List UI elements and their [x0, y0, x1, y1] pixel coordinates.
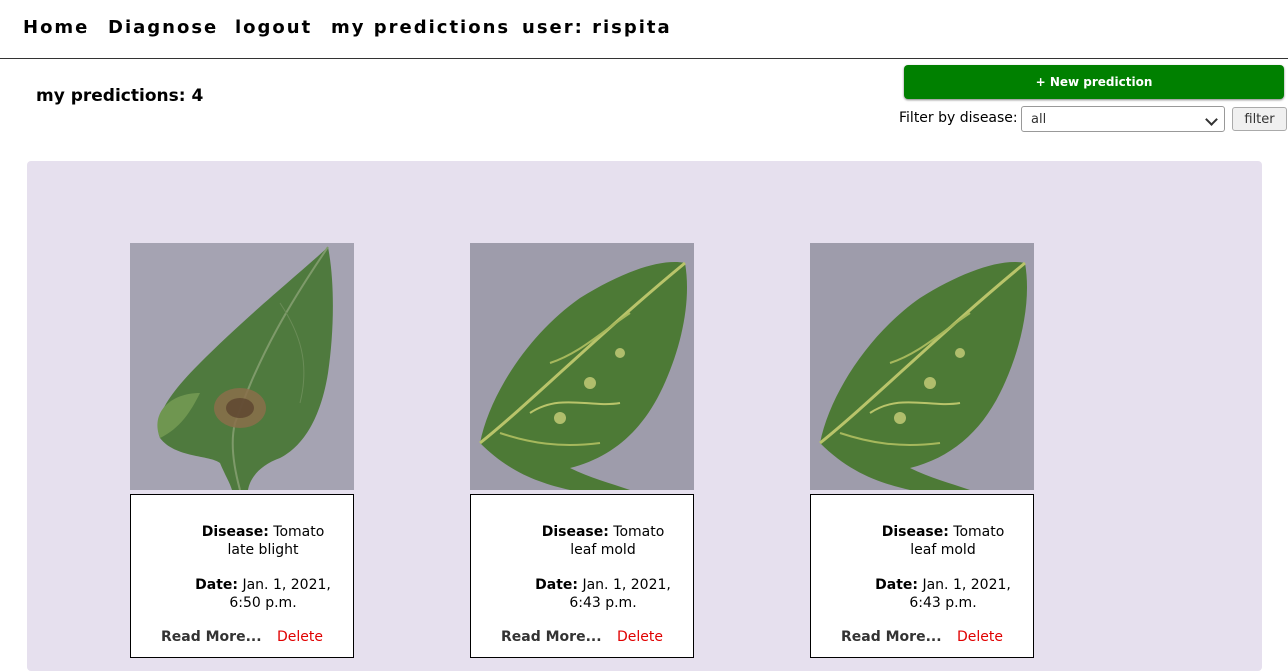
nav-home-link[interactable]: Home — [23, 17, 89, 38]
top-navbar: Home Diagnose logout my predictions user… — [0, 0, 1288, 59]
leaf-image — [810, 243, 1034, 490]
prediction-card: Disease: Tomato leaf mold Date: Jan. 1, … — [470, 243, 694, 658]
disease-info: Disease: Tomato late blight — [193, 523, 333, 559]
leaf-image — [470, 243, 694, 490]
date-label: Date: — [195, 577, 239, 593]
disease-label: Disease: — [541, 524, 609, 540]
prediction-card: Disease: Tomato late blight Date: Jan. 1… — [130, 243, 354, 658]
filter-selected-value: all — [1031, 111, 1047, 127]
disease-info: Disease: Tomato leaf mold — [533, 523, 673, 559]
nav-logout-link[interactable]: logout — [235, 17, 312, 38]
read-more-link[interactable]: Read More... — [501, 629, 602, 645]
prediction-card: Disease: Tomato leaf mold Date: Jan. 1, … — [810, 243, 1034, 658]
disease-info: Disease: Tomato leaf mold — [873, 523, 1013, 559]
delete-link[interactable]: Delete — [277, 629, 323, 645]
prediction-card-body: Disease: Tomato leaf mold Date: Jan. 1, … — [470, 494, 694, 658]
date-value: Jan. 1, 2021, 6:43 p.m. — [569, 577, 671, 611]
prediction-card-body: Disease: Tomato late blight Date: Jan. 1… — [130, 494, 354, 658]
disease-label: Disease: — [881, 524, 949, 540]
date-label: Date: — [535, 577, 579, 593]
disease-filter-select[interactable]: all — [1021, 106, 1225, 132]
date-label: Date: — [875, 577, 919, 593]
new-prediction-button[interactable]: + New prediction — [904, 65, 1284, 99]
page-title: my predictions: 4 — [36, 86, 204, 106]
date-value: Jan. 1, 2021, 6:50 p.m. — [229, 577, 331, 611]
read-more-link[interactable]: Read More... — [841, 629, 942, 645]
delete-link[interactable]: Delete — [617, 629, 663, 645]
leaf-image — [130, 243, 354, 490]
delete-link[interactable]: Delete — [957, 629, 1003, 645]
date-info: Date: Jan. 1, 2021, 6:43 p.m. — [873, 576, 1013, 612]
filter-label: Filter by disease: — [899, 110, 1018, 126]
disease-label: Disease: — [201, 524, 269, 540]
nav-diagnose-link[interactable]: Diagnose — [108, 17, 218, 38]
nav-user-link[interactable]: user: rispita — [522, 17, 672, 38]
date-value: Jan. 1, 2021, 6:43 p.m. — [909, 577, 1011, 611]
nav-my-predictions-link[interactable]: my predictions — [331, 17, 510, 38]
read-more-link[interactable]: Read More... — [161, 629, 262, 645]
date-info: Date: Jan. 1, 2021, 6:43 p.m. — [533, 576, 673, 612]
date-info: Date: Jan. 1, 2021, 6:50 p.m. — [193, 576, 333, 612]
prediction-card-body: Disease: Tomato leaf mold Date: Jan. 1, … — [810, 494, 1034, 658]
filter-button[interactable]: filter — [1232, 107, 1287, 131]
chevron-down-icon — [1205, 113, 1218, 126]
